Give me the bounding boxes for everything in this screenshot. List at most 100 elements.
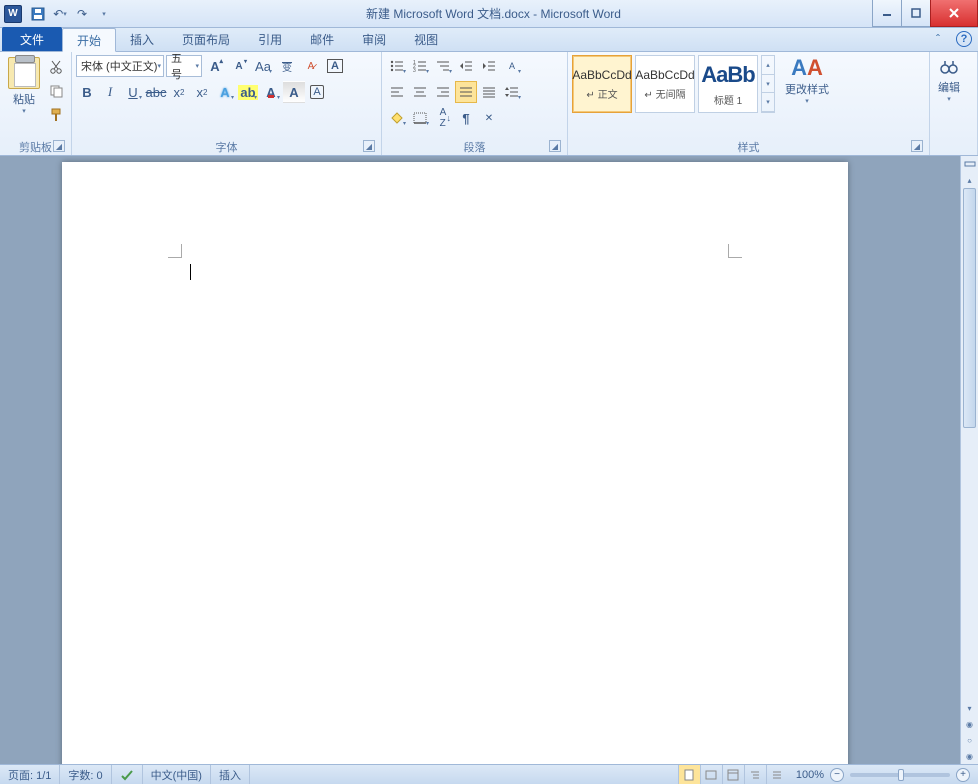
enclose-characters-button[interactable]: A	[324, 55, 346, 77]
superscript-button[interactable]: x2	[191, 81, 213, 103]
view-outline[interactable]	[744, 765, 766, 784]
zoom-out-button[interactable]: −	[830, 768, 844, 782]
status-page[interactable]: 页面: 1/1	[0, 765, 60, 784]
text-effects-button[interactable]: A▾	[214, 81, 236, 103]
next-page-button[interactable]: ◉	[961, 748, 978, 764]
maximize-button[interactable]	[901, 0, 931, 27]
status-proofing[interactable]	[112, 765, 143, 784]
cut-button[interactable]	[46, 57, 66, 77]
multilevel-list-button[interactable]: ▾	[432, 55, 454, 77]
view-print-layout[interactable]	[678, 765, 700, 784]
find-button[interactable]: 编辑 ▾	[934, 55, 964, 105]
status-insert-mode[interactable]: 插入	[211, 765, 250, 784]
increase-indent-button[interactable]	[478, 55, 500, 77]
redo-button[interactable]: ↷	[72, 4, 92, 24]
browse-object-button[interactable]: ○	[961, 732, 978, 748]
character-shading-button[interactable]: A	[283, 81, 305, 103]
styles-dialog-launcher[interactable]: ◢	[911, 140, 923, 152]
clear-formatting-button[interactable]: A̷	[300, 55, 322, 77]
save-button[interactable]	[28, 4, 48, 24]
zoom-level-label[interactable]: 100%	[796, 769, 824, 781]
align-left-button[interactable]	[386, 81, 408, 103]
bullets-button[interactable]: ▾	[386, 55, 408, 77]
svg-text:3: 3	[413, 68, 416, 72]
vertical-scrollbar[interactable]: ▴ ▾ ◉ ○ ◉	[960, 156, 978, 764]
align-justify-button[interactable]	[455, 81, 477, 103]
minimize-button[interactable]	[872, 0, 902, 27]
borders-button[interactable]: ▾	[409, 107, 431, 129]
page[interactable]	[62, 162, 848, 764]
styles-scroll-up[interactable]: ▴	[762, 56, 774, 75]
sort-button[interactable]: AZ↓	[432, 107, 454, 129]
change-styles-button[interactable]: AA 更改样式 ▾	[779, 55, 835, 107]
zoom-slider-thumb[interactable]	[898, 769, 904, 781]
asian-layout-button[interactable]: A▾	[501, 55, 523, 77]
strikethrough-button[interactable]: abc	[145, 81, 167, 103]
qat-customize-button[interactable]: ▾	[94, 4, 114, 24]
font-dialog-launcher[interactable]: ◢	[363, 140, 375, 152]
tab-home[interactable]: 开始	[62, 28, 116, 52]
style-preview: AaBbCcDd	[635, 68, 694, 82]
tab-insert[interactable]: 插入	[116, 27, 168, 51]
tab-references[interactable]: 引用	[244, 27, 296, 51]
font-name-combo[interactable]: 宋体 (中文正文)▾	[76, 55, 164, 77]
scroll-down-button[interactable]: ▾	[961, 700, 978, 716]
numbering-button[interactable]: 123▾	[409, 55, 431, 77]
document-area[interactable]	[0, 156, 960, 764]
close-button[interactable]	[930, 0, 978, 27]
view-draft[interactable]	[766, 765, 788, 784]
align-right-button[interactable]	[432, 81, 454, 103]
change-styles-label: 更改样式	[785, 81, 829, 97]
zoom-in-button[interactable]: +	[956, 768, 970, 782]
file-tab[interactable]: 文件	[2, 27, 62, 51]
zoom-slider[interactable]	[850, 773, 950, 777]
undo-button[interactable]: ↶▾	[50, 4, 70, 24]
format-painter-button[interactable]	[46, 105, 66, 125]
highlight-button[interactable]: ab▾	[237, 81, 259, 103]
styles-scroll-down[interactable]: ▾	[762, 75, 774, 94]
copy-button[interactable]	[46, 81, 66, 101]
phonetic-guide-button[interactable]: 变	[276, 55, 298, 77]
paragraph-dialog-launcher[interactable]: ◢	[549, 140, 561, 152]
scroll-track[interactable]	[961, 188, 978, 700]
margin-corner-top-right	[728, 244, 742, 258]
shading-button[interactable]: ▾	[386, 107, 408, 129]
clipboard-dialog-launcher[interactable]: ◢	[53, 140, 65, 152]
distributed-button[interactable]	[478, 81, 500, 103]
paste-button[interactable]: 粘贴 ▾	[4, 55, 44, 117]
view-full-screen[interactable]	[700, 765, 722, 784]
help-button[interactable]: ?	[956, 31, 972, 47]
font-color-button[interactable]: A▾	[260, 81, 282, 103]
change-case-button[interactable]: Aa▾	[252, 55, 274, 77]
style-no-spacing[interactable]: AaBbCcDd ↵ 无间隔	[635, 55, 695, 113]
previous-page-button[interactable]: ◉	[961, 716, 978, 732]
minimize-ribbon-button[interactable]: ˆ	[930, 31, 946, 47]
shrink-font-button[interactable]: A▾	[228, 55, 250, 77]
status-language[interactable]: 中文(中国)	[143, 765, 211, 784]
ruler-toggle-button[interactable]	[961, 156, 978, 172]
tab-view[interactable]: 视图	[400, 27, 452, 51]
font-size-combo[interactable]: 五号▾	[166, 55, 202, 77]
tab-review[interactable]: 审阅	[348, 27, 400, 51]
italic-button[interactable]: I	[99, 81, 121, 103]
group-paragraph: ▾ 123▾ ▾ A▾ ▾ ▾ ▾ AZ↓ ¶ ✕	[382, 52, 568, 155]
styles-gallery-more[interactable]: ▾	[762, 93, 774, 112]
line-spacing-button[interactable]: ▾	[501, 81, 523, 103]
style-heading-1[interactable]: AaBb 标题 1	[698, 55, 758, 113]
style-normal[interactable]: AaBbCcDd ↵ 正文	[572, 55, 632, 113]
scroll-thumb[interactable]	[963, 188, 976, 428]
character-border-button[interactable]: A	[306, 81, 328, 103]
underline-button[interactable]: U▾	[122, 81, 144, 103]
status-words[interactable]: 字数: 0	[60, 765, 111, 784]
scroll-up-button[interactable]: ▴	[961, 172, 978, 188]
grow-font-button[interactable]: A▴	[204, 55, 226, 77]
bold-button[interactable]: B	[76, 81, 98, 103]
subscript-button[interactable]: x2	[168, 81, 190, 103]
tab-page-layout[interactable]: 页面布局	[168, 27, 244, 51]
align-center-button[interactable]	[409, 81, 431, 103]
view-web-layout[interactable]	[722, 765, 744, 784]
decrease-indent-button[interactable]	[455, 55, 477, 77]
show-marks-button[interactable]: ¶	[455, 107, 477, 129]
tab-mailings[interactable]: 邮件	[296, 27, 348, 51]
snap-to-grid-button[interactable]: ✕	[478, 107, 500, 129]
